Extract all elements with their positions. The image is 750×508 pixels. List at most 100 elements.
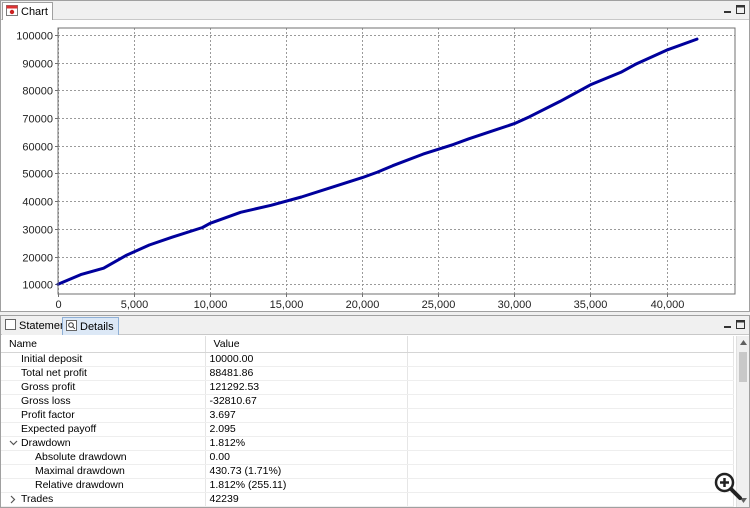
row-name-cell: Initial deposit [1,352,206,367]
chart-panel: Chart 10000 20000 30000 40000 50000 60000 7000… [0,0,750,312]
table-row[interactable]: Gross profit 121292.53 [1,380,734,395]
row-name-cell: Profit factor [1,408,206,423]
row-value: -32810.67 [205,394,408,409]
x-tick-label: 15,000 [270,299,304,311]
row-name-cell: Trades [1,492,206,507]
details-tabbar: Statement Details [1,316,749,335]
details-icon [66,319,77,334]
y-tick-label: 40000 [22,197,53,209]
details-table: Name Value Initial deposit 10000.00 Total … [1,336,734,507]
row-empty-cell [407,478,734,493]
x-tick-label: 30,000 [498,299,532,311]
row-value: 88481.86 [205,366,408,381]
row-name: Drawdown [21,436,71,449]
y-tick-label: 10000 [22,280,53,292]
row-name-cell: Drawdown [1,436,206,451]
table-row[interactable]: Total net profit 88481.86 [1,366,734,381]
y-tick-label: 80000 [22,86,53,98]
y-tick-label: 100000 [16,31,53,43]
chevron-down-icon[interactable] [8,438,18,449]
row-value: 0.00 [205,450,408,465]
x-tick-label: 0 [55,299,61,311]
details-panel: Statement Details Name Value Initial dep… [0,315,750,508]
row-name: Gross profit [21,380,76,393]
plot-area [57,27,736,295]
row-value: 10000.00 [205,352,408,367]
y-tick-label: 70000 [22,114,53,126]
minimize-button[interactable] [722,4,733,15]
tab-chart-label: Chart [21,5,48,18]
y-tick-label: 20000 [22,253,53,265]
row-empty-cell [407,436,734,451]
row-name-cell: Relative drawdown [1,478,206,493]
chart-tabbar: Chart [1,1,749,20]
row-empty-cell [407,380,734,395]
row-name: Absolute drawdown [35,450,127,463]
row-value: 430.73 (1.71%) [205,464,408,479]
y-tick-label: 30000 [22,225,53,237]
row-value: 121292.53 [205,380,408,395]
table-header-row: Name Value [1,336,734,353]
row-empty-cell [407,464,734,479]
x-tick-label: 20,000 [346,299,380,311]
table-row[interactable]: Relative drawdown 1.812% (255.11) [1,478,734,493]
row-empty-cell [407,492,734,507]
x-tick-label: 10,000 [194,299,228,311]
column-header-name[interactable]: Name [1,336,206,353]
x-tick-label: 35,000 [574,299,608,311]
row-value: 1.812% [205,436,408,451]
row-empty-cell [407,450,734,465]
magnifier-plus-icon[interactable] [713,471,743,501]
row-value: 1.812% (255.11) [205,478,408,493]
x-tick-label: 25,000 [422,299,456,311]
row-name: Profit factor [21,408,75,421]
balance-chart-svg: 10000 20000 30000 40000 50000 60000 70000 80000… [16,27,736,311]
row-name: Total net profit [21,366,87,379]
table-row[interactable]: Trades 42239 [1,492,734,507]
row-empty-cell [407,422,734,437]
table-row[interactable]: Drawdown 1.812% [1,436,734,451]
minimize-button[interactable] [722,319,733,330]
x-tick-label: 40,000 [651,299,685,311]
row-name: Gross loss [21,394,71,407]
table-row[interactable]: Initial deposit 10000.00 [1,352,734,367]
tab-details[interactable]: Details [62,317,119,335]
row-empty-cell [407,394,734,409]
column-header-value[interactable]: Value [205,336,408,353]
row-empty-cell [407,408,734,423]
chevron-right-icon[interactable] [8,494,18,505]
row-empty-cell [407,352,734,367]
y-tick-label: 90000 [22,59,53,71]
row-name-cell: Gross loss [1,394,206,409]
y-tick-label: 60000 [22,142,53,154]
column-header-empty [407,336,734,353]
maximize-button[interactable] [735,319,746,330]
row-value: 2.095 [205,422,408,437]
row-name: Relative drawdown [35,478,124,491]
row-name-cell: Absolute drawdown [1,450,206,465]
details-table-container: Name Value Initial deposit 10000.00 Total … [1,336,749,507]
row-empty-cell [407,366,734,381]
scrollbar-thumb[interactable] [739,352,747,382]
table-row[interactable]: Profit factor 3.697 [1,408,734,423]
row-name: Trades [21,492,54,505]
row-name: Maximal drawdown [35,464,125,477]
row-name-cell: Gross profit [1,380,206,395]
details-table-body: Initial deposit 10000.00 Total net profit 8… [1,352,734,507]
y-tick-label: 50000 [22,169,53,181]
table-row[interactable]: Gross loss -32810.67 [1,394,734,409]
maximize-button[interactable] [735,4,746,15]
table-row[interactable]: Maximal drawdown 430.73 (1.71%) [1,464,734,479]
balance-chart: 10000 20000 30000 40000 50000 60000 70000 80000… [1,21,749,311]
row-name-cell: Maximal drawdown [1,464,206,479]
row-name: Initial deposit [21,352,83,365]
scroll-up-arrow-icon[interactable] [737,336,749,349]
row-name: Expected payoff [21,422,97,435]
row-value: 42239 [205,492,408,507]
x-tick-label: 5,000 [121,299,149,311]
tab-details-label: Details [80,320,114,333]
tab-chart[interactable]: Chart [2,2,53,20]
table-row[interactable]: Expected payoff 2.095 [1,422,734,437]
row-name-cell: Expected payoff [1,422,206,437]
table-row[interactable]: Absolute drawdown 0.00 [1,450,734,465]
